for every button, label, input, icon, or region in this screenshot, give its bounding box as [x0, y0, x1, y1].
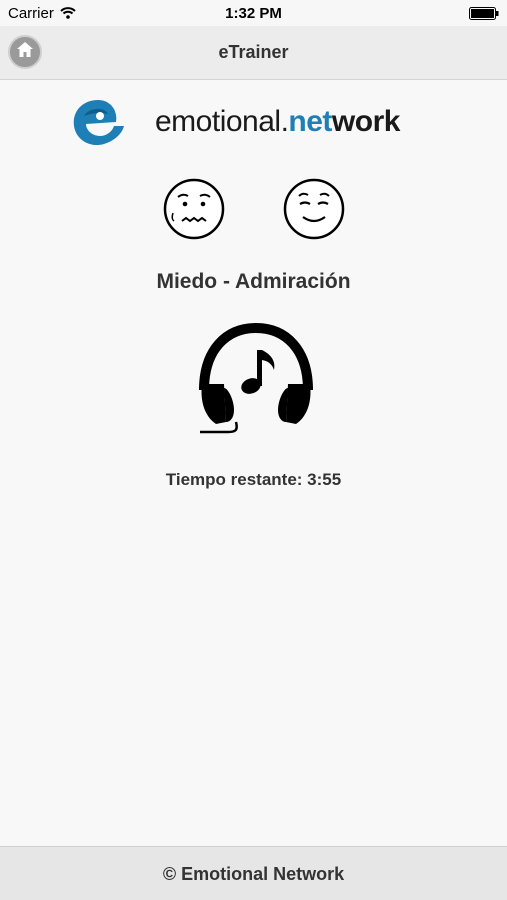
- logo-text-emotional: emotional.: [155, 105, 289, 138]
- page-title: eTrainer: [218, 42, 289, 62]
- footer: © Emotional Network: [0, 846, 507, 900]
- logo-text-work: work: [331, 105, 401, 138]
- emotional-network-logo: emotional.network: [70, 96, 440, 152]
- brand-mark-icon: [70, 96, 128, 157]
- time-remaining: Tiempo restante: 3:55: [165, 470, 342, 489]
- battery-icon: [469, 7, 499, 20]
- status-time: 1:32 PM: [225, 5, 282, 22]
- emotion-title: Miedo - Admiración: [156, 270, 351, 293]
- fear-face-icon: [162, 177, 226, 241]
- admiration-face-icon: [282, 177, 346, 241]
- copyright-text: © Emotional Network: [162, 864, 345, 884]
- logo-text-net: net: [288, 105, 332, 138]
- status-bar: Carrier 1:32 PM: [0, 0, 507, 26]
- logo-wordmark: emotional.network: [155, 105, 400, 139]
- navigation-bar: eTrainer: [0, 26, 507, 80]
- headphones-music-icon[interactable]: [196, 320, 316, 440]
